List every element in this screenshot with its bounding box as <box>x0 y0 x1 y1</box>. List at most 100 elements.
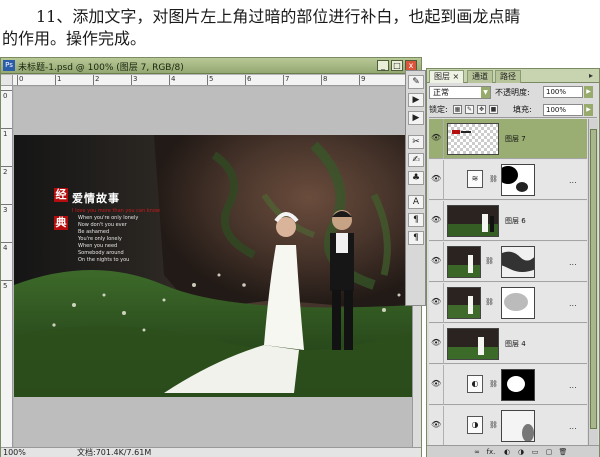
tab-channels[interactable]: 通道 <box>467 70 493 83</box>
character-icon[interactable]: ¶ <box>408 231 424 245</box>
layer-row[interactable]: 👁 ⛓ ... <box>429 283 587 323</box>
lock-transparency-icon[interactable]: ▦ <box>453 105 462 114</box>
new-layer-icon[interactable]: ▢ <box>543 447 555 457</box>
poem-line: When you're only lonely <box>78 215 139 221</box>
layer-row[interactable]: 👁 图层 6 <box>429 201 587 241</box>
document-title-bar[interactable]: Ps 未标题-1.psd @ 100% (图层 7, RGB/8) _ □ x <box>1 58 421 74</box>
layer-mask-thumbnail[interactable] <box>501 164 535 196</box>
link-column <box>443 406 444 445</box>
document-size-info[interactable]: 文档:701.4K/7.61M <box>77 448 151 457</box>
adjustment-layer-icon[interactable]: ◑ <box>515 447 527 457</box>
mask-art <box>502 370 534 400</box>
document-title: 未标题-1.psd @ 100% (图层 7, RGB/8) <box>18 63 184 73</box>
layer-name[interactable]: 图层 7 <box>505 134 526 144</box>
trash-icon[interactable]: 🗑 <box>557 447 569 457</box>
minimize-button[interactable]: _ <box>377 60 389 71</box>
eye-icon[interactable]: 👁 <box>431 297 441 307</box>
layer-thumbnail <box>447 205 499 237</box>
fill-slider-arrow-icon[interactable]: ▶ <box>584 104 593 116</box>
ruler-label: 1 <box>3 130 8 138</box>
eye-icon[interactable]: 👁 <box>431 174 441 184</box>
link-column <box>443 365 444 405</box>
layer-name[interactable]: 图层 4 <box>505 339 526 349</box>
layer-row[interactable]: 👁 ◑ ⛓ ... <box>429 406 587 445</box>
ruler-tick <box>1 280 12 281</box>
opacity-label: 不透明度: <box>495 88 530 97</box>
layer-mask-thumbnail[interactable] <box>501 246 535 278</box>
chain-link-icon[interactable]: ⛓ <box>485 298 494 306</box>
lock-fill-row: 锁定: ▦ ✎ ✥ ■ 填充: 100% ▶ <box>429 103 597 118</box>
tab-paths[interactable]: 路径 <box>495 70 521 83</box>
link-column <box>443 119 444 159</box>
panel-menu-icon[interactable]: ▸ <box>585 71 597 81</box>
eye-icon[interactable]: 👁 <box>431 379 441 389</box>
poem-line: Be ashamed <box>78 229 110 235</box>
new-group-icon[interactable]: ▭ <box>529 447 541 457</box>
paragraph-icon[interactable]: ¶ <box>408 213 424 227</box>
status-bar: 100% 文档:701.4K/7.61M <box>1 447 421 457</box>
opacity-slider-arrow-icon[interactable]: ▶ <box>584 86 593 98</box>
lock-all-icon[interactable]: ■ <box>489 105 498 114</box>
play-icon-2[interactable]: ▶ <box>408 111 424 125</box>
blend-mode-select[interactable]: 正常 ▼ <box>429 86 491 99</box>
layer-list: 👁 图层 7 👁 ≋ ⛓ ... 👁 图层 6 👁 ⛓ ... 👁 ⛓ ... … <box>429 119 587 445</box>
layer-thumbnail <box>447 328 499 360</box>
tab-layers[interactable]: 图层 × <box>429 70 465 83</box>
zoom-level[interactable]: 100% <box>3 448 26 457</box>
layer-thumbnail <box>447 287 481 319</box>
ruler-tick <box>1 204 12 205</box>
vertical-ruler[interactable]: 0 1 2 3 4 5 <box>1 86 13 448</box>
eye-icon[interactable]: 👁 <box>431 256 441 266</box>
canvas-area[interactable] <box>14 87 412 448</box>
eye-icon[interactable]: 👁 <box>431 420 441 430</box>
chain-link-icon[interactable]: ⛓ <box>489 175 498 183</box>
chain-link-icon[interactable]: ⛓ <box>489 380 498 388</box>
overlay-poem: When you're only lonely Now don't you ev… <box>78 215 138 264</box>
eye-icon[interactable]: 👁 <box>431 338 441 348</box>
title-char-box-2: 典 <box>54 216 68 230</box>
photo-artwork <box>14 135 412 397</box>
horizontal-ruler[interactable]: 0 1 2 3 4 5 6 7 8 9 <box>13 75 421 86</box>
layer-style-icon[interactable]: fx. <box>485 447 497 457</box>
layer-mask-thumbnail[interactable] <box>501 369 535 401</box>
ruler-origin[interactable] <box>1 75 13 86</box>
mask-art <box>502 247 534 277</box>
ruler-label: 8 <box>323 75 328 83</box>
ruler-tick <box>1 166 12 167</box>
poem-line: Now don't you ever <box>78 222 127 228</box>
eye-icon[interactable]: 👁 <box>431 133 441 143</box>
layer-row[interactable]: 👁 ◐ ⛓ ... <box>429 365 587 405</box>
lock-position-icon[interactable]: ✥ <box>477 105 486 114</box>
layer-row[interactable]: 👁 图层 4 <box>429 324 587 364</box>
layer-row[interactable]: 👁 ≋ ⛓ ... <box>429 160 587 200</box>
chain-link-icon[interactable]: ⛓ <box>489 421 498 429</box>
panel-tabs: 图层 × 通道 路径 ▸ <box>427 69 599 83</box>
link-layers-icon[interactable]: ∞ <box>471 447 483 457</box>
layer-row[interactable]: 👁 图层 7 <box>429 119 587 159</box>
opacity-input[interactable]: 100% <box>543 86 583 98</box>
stamp-tool-icon[interactable]: ♣ <box>408 171 424 185</box>
ruler-label: 0 <box>3 92 8 100</box>
layers-scrollbar[interactable] <box>588 119 598 445</box>
document-window: Ps 未标题-1.psd @ 100% (图层 7, RGB/8) _ □ x … <box>0 57 422 457</box>
layer-mask-thumbnail[interactable] <box>501 287 535 319</box>
ruler-label: 1 <box>57 75 62 83</box>
fill-input[interactable]: 100% <box>543 104 583 116</box>
layer-row[interactable]: 👁 ⛓ ... <box>429 242 587 282</box>
layer-name[interactable]: 图层 6 <box>505 216 526 226</box>
history-brush-icon[interactable]: ✎ <box>408 75 424 89</box>
lock-pixels-icon[interactable]: ✎ <box>465 105 474 114</box>
layer-mask-thumbnail[interactable] <box>501 410 535 442</box>
maximize-button[interactable]: □ <box>391 60 403 71</box>
more-icon: ... <box>569 176 577 185</box>
chain-link-icon[interactable]: ⛓ <box>485 257 494 265</box>
text-tool-icon[interactable]: A <box>408 195 424 209</box>
brush-tool-icon[interactable]: ✍ <box>408 153 424 167</box>
poem-line: On the nights to you <box>78 257 130 263</box>
eye-icon[interactable]: 👁 <box>431 215 441 225</box>
crop-icon[interactable]: ✂ <box>408 135 424 149</box>
panel-dock-strip: ✎ ▶ ▶ ✂ ✍ ♣ A ¶ ¶ <box>405 70 426 306</box>
play-icon[interactable]: ▶ <box>408 93 424 107</box>
add-mask-icon[interactable]: ◐ <box>501 447 513 457</box>
scrollbar-thumb[interactable] <box>590 129 597 429</box>
